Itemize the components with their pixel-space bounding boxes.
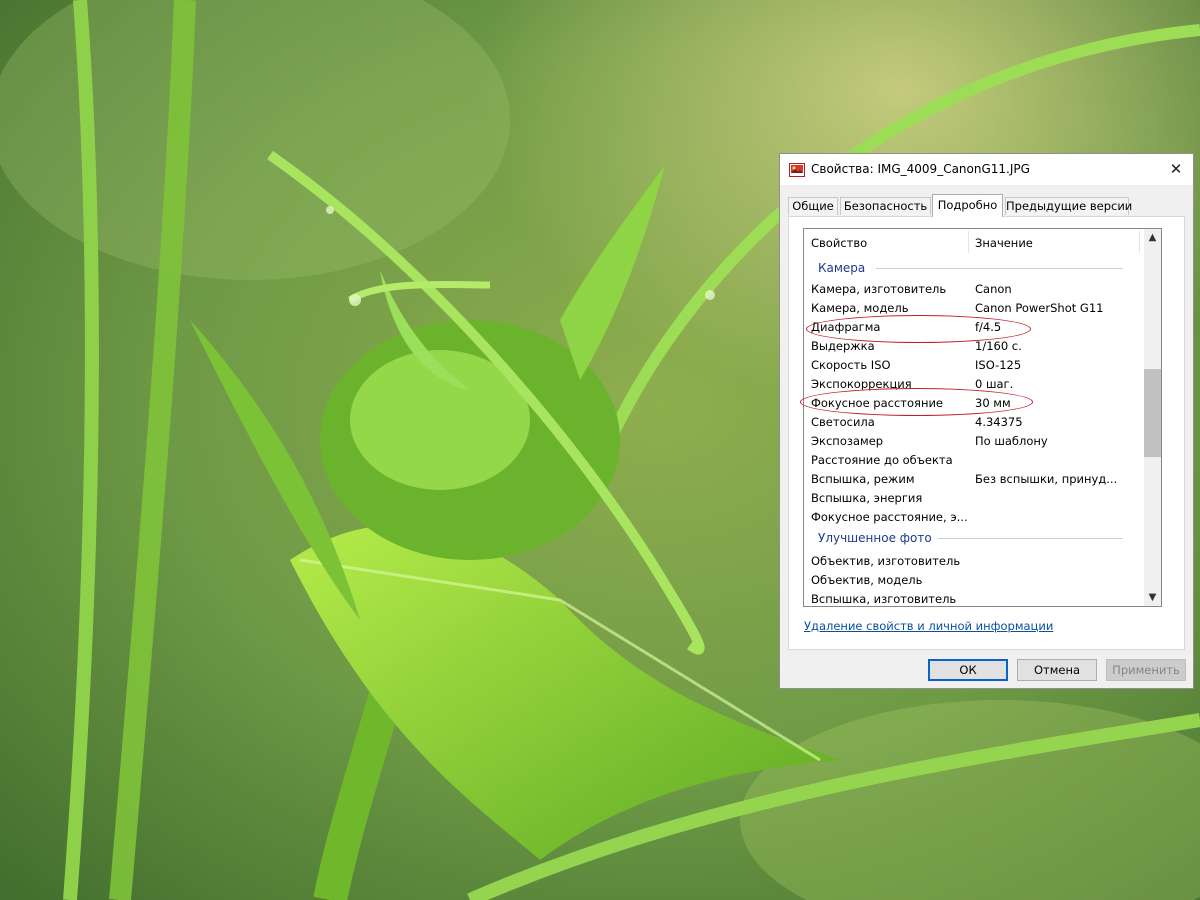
property-row[interactable]: Экспокоррекция 0 шаг. xyxy=(811,375,1141,394)
property-row[interactable]: Объектив, модель xyxy=(811,571,1141,590)
property-row[interactable]: Светосила 4.34375 xyxy=(811,413,1141,432)
tab-general[interactable]: Общие xyxy=(788,197,838,215)
column-header-property[interactable]: Свойство xyxy=(811,236,867,250)
scroll-down-button[interactable]: ▼ xyxy=(1144,589,1161,606)
tab-previous-versions[interactable]: Предыдущие версии xyxy=(1005,197,1132,215)
property-value: f/4.5 xyxy=(975,320,1002,334)
property-value: 1/160 с. xyxy=(975,339,1022,353)
property-row[interactable]: Экспозамер По шаблону xyxy=(811,432,1141,451)
property-name: Фокусное расстояние, э... xyxy=(811,510,968,524)
column-divider[interactable] xyxy=(968,231,969,253)
property-list[interactable]: Свойство Значение Камера Камера, изготов… xyxy=(803,228,1162,607)
property-name: Объектив, изготовитель xyxy=(811,554,961,568)
property-value: По шаблону xyxy=(975,434,1048,448)
column-divider[interactable] xyxy=(1139,231,1140,253)
title-bar: Свойства: IMG_4009_CanonG11.JPG ✕ xyxy=(780,154,1193,185)
dialog-title: Свойства: IMG_4009_CanonG11.JPG xyxy=(811,162,1030,176)
property-name: Диафрагма xyxy=(811,320,881,334)
property-value: 0 шаг. xyxy=(975,377,1014,391)
property-row[interactable]: Камера, модель Canon PowerShot G11 xyxy=(811,299,1141,318)
property-name: Фокусное расстояние xyxy=(811,396,944,410)
property-row[interactable]: Диафрагма f/4.5 xyxy=(811,318,1141,337)
close-icon: ✕ xyxy=(1169,160,1183,178)
property-row[interactable]: Вспышка, энергия xyxy=(811,489,1141,508)
property-row[interactable]: Фокусное расстояние 30 мм xyxy=(811,394,1141,413)
list-header: Свойство Значение xyxy=(804,229,1141,255)
property-row[interactable]: Вспышка, режим Без вспышки, принуд... xyxy=(811,470,1141,489)
remove-properties-link[interactable]: Удаление свойств и личной информации xyxy=(804,619,1053,633)
property-row[interactable]: Фокусное расстояние, э... xyxy=(811,508,1141,527)
chevron-up-icon: ▲ xyxy=(1148,232,1157,243)
property-value: 30 мм xyxy=(975,396,1011,410)
property-name: Экспозамер xyxy=(811,434,884,448)
property-value: 4.34375 xyxy=(975,415,1023,429)
tab-details[interactable]: Подробно xyxy=(932,194,1003,217)
chevron-down-icon: ▼ xyxy=(1148,592,1157,603)
property-name: Экспокоррекция xyxy=(811,377,912,391)
group-header: Камера xyxy=(818,261,866,275)
property-row[interactable]: Объектив, изготовитель xyxy=(811,552,1141,571)
vertical-scrollbar[interactable]: ▲ ▼ xyxy=(1144,229,1161,606)
property-row[interactable]: Выдержка 1/160 с. xyxy=(811,337,1141,356)
property-name: Скорость ISO xyxy=(811,358,891,372)
property-name: Выдержка xyxy=(811,339,875,353)
property-value: ISO-125 xyxy=(975,358,1022,372)
property-name: Вспышка, изготовитель xyxy=(811,592,957,606)
properties-dialog: Свойства: IMG_4009_CanonG11.JPG ✕ Общие … xyxy=(779,153,1194,689)
property-value: Canon PowerShot G11 xyxy=(975,301,1104,315)
scroll-thumb[interactable] xyxy=(1144,369,1161,457)
apply-button[interactable]: Применить xyxy=(1106,659,1186,681)
property-name: Камера, изготовитель xyxy=(811,282,947,296)
image-file-icon xyxy=(789,163,805,177)
tab-security[interactable]: Безопасность xyxy=(840,197,931,215)
scroll-up-button[interactable]: ▲ xyxy=(1144,229,1161,246)
property-name: Вспышка, энергия xyxy=(811,491,923,505)
property-row[interactable]: Камера, изготовитель Canon xyxy=(811,280,1141,299)
property-value: Canon xyxy=(975,282,1012,296)
property-name: Вспышка, режим xyxy=(811,472,915,486)
property-row[interactable]: Вспышка, изготовитель xyxy=(811,590,1141,609)
group-header: Улучшенное фото xyxy=(818,531,932,545)
property-name: Светосила xyxy=(811,415,875,429)
property-name: Расстояние до объекта xyxy=(811,453,953,467)
property-row[interactable]: Скорость ISO ISO-125 xyxy=(811,356,1141,375)
property-row[interactable]: Расстояние до объекта xyxy=(811,451,1141,470)
ok-button[interactable]: ОК xyxy=(928,659,1008,681)
group-divider xyxy=(938,538,1123,539)
property-name: Камера, модель xyxy=(811,301,909,315)
property-name: Объектив, модель xyxy=(811,573,923,587)
group-divider xyxy=(876,268,1123,269)
cancel-button[interactable]: Отмена xyxy=(1017,659,1097,681)
column-header-value[interactable]: Значение xyxy=(975,236,1033,250)
property-value: Без вспышки, принуд... xyxy=(975,472,1118,486)
close-button[interactable]: ✕ xyxy=(1159,154,1193,185)
